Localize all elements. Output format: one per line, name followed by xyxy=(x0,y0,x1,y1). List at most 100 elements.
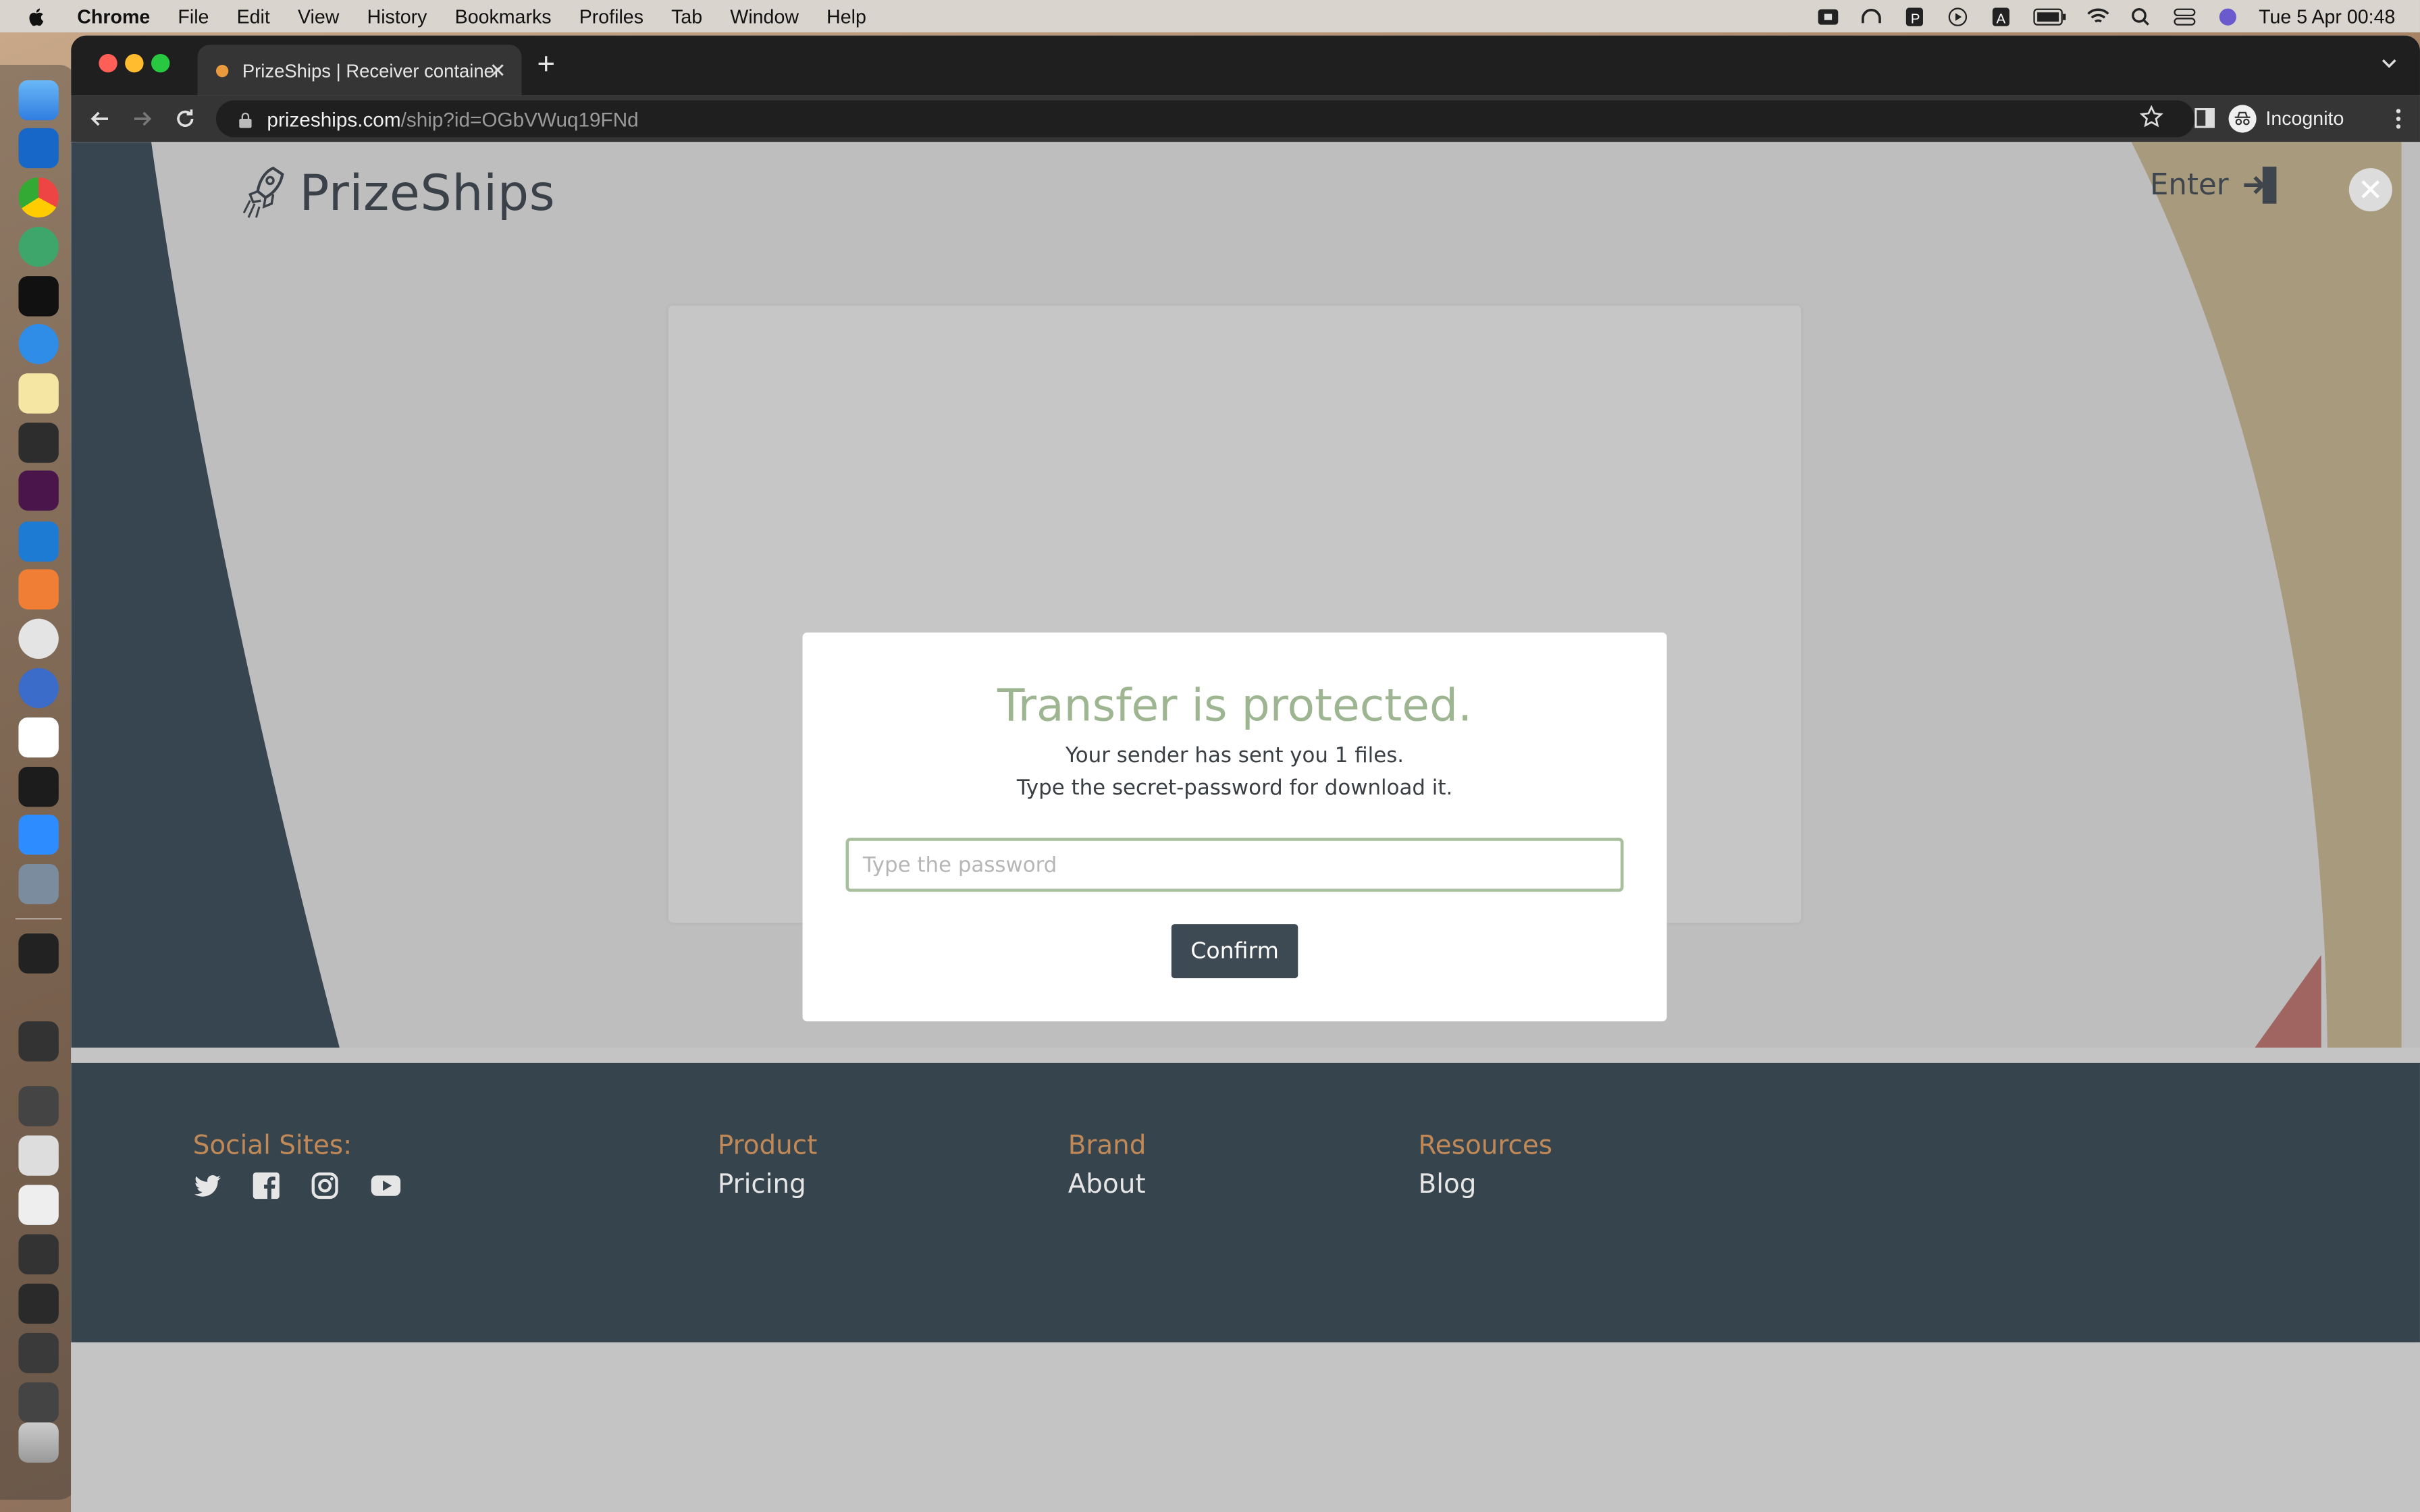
window-minimize-button[interactable] xyxy=(125,53,144,73)
camera-icon[interactable] xyxy=(1816,7,1839,25)
footer-pricing-link[interactable]: Pricing xyxy=(718,1170,818,1201)
spotlight-search-icon[interactable] xyxy=(2129,7,2152,25)
facebook-icon[interactable] xyxy=(252,1171,281,1200)
safari-icon[interactable] xyxy=(18,323,59,364)
outlook-icon[interactable] xyxy=(18,128,59,169)
modal-title: Transfer is protected. xyxy=(997,678,1473,732)
footer-product-heading: Product xyxy=(717,1131,818,1162)
menu-profiles[interactable]: Profiles xyxy=(579,5,643,27)
back-arrow-icon[interactable] xyxy=(86,105,114,132)
footer-about-link[interactable]: About xyxy=(1068,1170,1147,1201)
battery-icon[interactable] xyxy=(2032,7,2066,25)
slack-icon[interactable] xyxy=(18,470,59,511)
chrome-icon[interactable] xyxy=(18,177,59,218)
sketch-icon[interactable] xyxy=(18,569,59,610)
vscode-icon[interactable] xyxy=(18,521,59,562)
profile-label: Incognito xyxy=(2265,107,2344,130)
tab-strip: PrizeShips | Receiver container ✕ + xyxy=(71,35,2420,96)
social-links xyxy=(193,1171,403,1200)
menu-app-name[interactable]: Chrome xyxy=(77,5,150,27)
vpn-icon[interactable] xyxy=(18,618,59,659)
lock-icon[interactable] xyxy=(238,110,253,128)
notes-icon[interactable] xyxy=(18,373,59,414)
url-host: prizeships.com xyxy=(267,107,401,131)
window-thumbnail-icon[interactable] xyxy=(18,1185,59,1225)
window-thumbnail-icon[interactable] xyxy=(18,1135,59,1176)
menu-window[interactable]: Window xyxy=(730,5,799,27)
menu-help[interactable]: Help xyxy=(826,5,866,27)
window-thumbnail-icon[interactable] xyxy=(18,1021,59,1062)
zoom-icon[interactable] xyxy=(18,814,59,855)
terminal-icon[interactable] xyxy=(18,276,59,317)
address-bar[interactable]: prizeships.com/ship?id=OGbVWuq19FNd xyxy=(215,100,2195,138)
play-icon[interactable] xyxy=(1945,7,1968,26)
url-path: /ship?id=OGbVWuq19FNd xyxy=(400,107,639,131)
dock xyxy=(0,64,78,1500)
headphones-icon[interactable] xyxy=(1859,7,1882,25)
confirm-button[interactable]: Confirm xyxy=(1171,924,1298,979)
finder-icon[interactable] xyxy=(18,80,59,121)
window-thumbnail-icon[interactable] xyxy=(18,1234,59,1274)
preview-icon[interactable] xyxy=(18,863,59,905)
youtube-icon[interactable] xyxy=(369,1171,402,1200)
atom-icon[interactable] xyxy=(18,226,59,267)
sequel-icon[interactable] xyxy=(18,423,59,463)
chrome-menu-icon[interactable] xyxy=(2395,108,2401,130)
window-thumbnail-icon[interactable] xyxy=(18,1086,59,1127)
tab-close-icon[interactable]: ✕ xyxy=(490,59,506,84)
forward-arrow-icon[interactable] xyxy=(128,105,156,132)
siri-icon[interactable] xyxy=(2215,7,2238,25)
thunderbird-icon[interactable] xyxy=(18,668,59,709)
menu-tab[interactable]: Tab xyxy=(671,5,702,27)
footer-brand-column: Brand About xyxy=(1068,1131,1147,1200)
trash-icon[interactable] xyxy=(18,1422,59,1463)
footer-blog-link[interactable]: Blog xyxy=(1419,1170,1552,1201)
menu-bookmarks[interactable]: Bookmarks xyxy=(455,5,552,27)
calendar-icon[interactable] xyxy=(18,717,59,758)
control-center-icon[interactable] xyxy=(2172,7,2195,25)
incognito-icon xyxy=(2228,105,2257,133)
window-thumbnail-icon[interactable] xyxy=(18,933,59,974)
wifi-icon[interactable] xyxy=(2086,7,2109,25)
instagram-icon[interactable] xyxy=(310,1171,339,1200)
window-thumbnail-icon[interactable] xyxy=(18,1283,59,1324)
browser-toolbar: prizeships.com/ship?id=OGbVWuq19FNd Inco… xyxy=(71,95,2420,142)
menu-edit[interactable]: Edit xyxy=(237,5,270,27)
bookmark-star-icon[interactable] xyxy=(2139,105,2164,130)
twitter-icon[interactable] xyxy=(193,1171,222,1200)
site-logo[interactable]: PrizeShips xyxy=(241,163,556,222)
rocket-logo-icon xyxy=(242,166,284,218)
keyboard-input-icon[interactable]: A xyxy=(1989,7,2011,26)
menubar-clock[interactable]: Tue 5 Apr 00:48 xyxy=(2259,5,2395,27)
window-zoom-button[interactable] xyxy=(151,53,170,73)
page-bottom-area xyxy=(71,1342,2420,1512)
password-input[interactable] xyxy=(845,838,1624,892)
footer-brand-heading: Brand xyxy=(1068,1131,1147,1162)
web-page: PrizeShips Enter ✕ Social Sites: Product… xyxy=(71,142,2420,1512)
tab-title: PrizeShips | Receiver container xyxy=(242,59,501,81)
footer-social-column: Social Sites: xyxy=(193,1131,403,1200)
footer-product-column: Product Pricing xyxy=(718,1131,818,1200)
new-tab-button[interactable]: + xyxy=(537,49,555,80)
menu-history[interactable]: History xyxy=(367,5,427,27)
window-close-button[interactable] xyxy=(99,53,117,73)
dock-separator xyxy=(15,917,62,920)
tab-search-chevron-icon[interactable] xyxy=(2380,54,2398,72)
incognito-profile-button[interactable]: Incognito xyxy=(2228,101,2365,138)
pocket-casts-icon[interactable] xyxy=(18,766,59,807)
browser-window: PrizeShips | Receiver container ✕ + priz… xyxy=(71,35,2420,1512)
window-thumbnail-icon[interactable] xyxy=(18,1382,59,1423)
window-thumbnail-icon[interactable] xyxy=(18,1332,59,1374)
apple-menu-icon[interactable] xyxy=(26,5,48,27)
modal-message-instructions: Type the secret-password for download it… xyxy=(1016,776,1453,801)
close-icon[interactable]: ✕ xyxy=(2348,168,2392,212)
menu-view[interactable]: View xyxy=(298,5,339,27)
social-heading: Social Sites: xyxy=(192,1131,352,1162)
side-panel-icon[interactable] xyxy=(2194,107,2215,128)
reload-icon[interactable] xyxy=(172,105,199,132)
active-tab[interactable]: PrizeShips | Receiver container ✕ xyxy=(197,45,522,96)
enter-button[interactable]: Enter xyxy=(2150,165,2281,205)
p-app-icon[interactable]: P xyxy=(1902,7,1925,26)
svg-text:P: P xyxy=(1910,10,1920,26)
menu-file[interactable]: File xyxy=(178,5,209,27)
